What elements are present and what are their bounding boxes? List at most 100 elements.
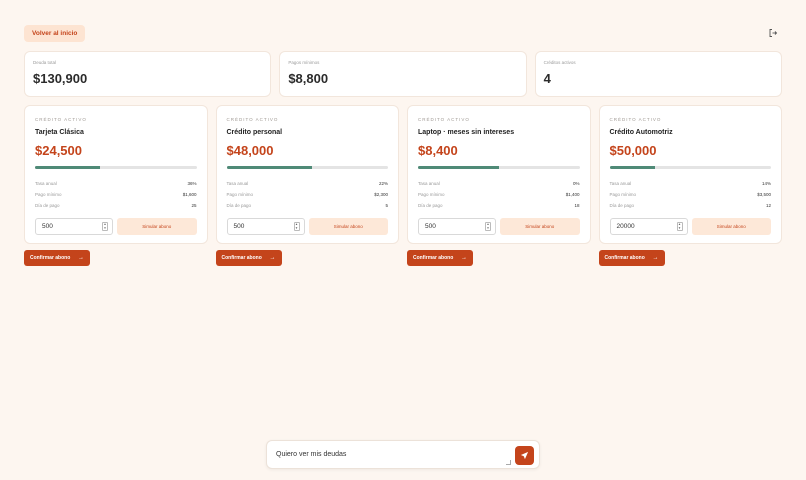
arrow-right-icon: →: [652, 255, 659, 261]
number-stepper-icon[interactable]: ▴ ▾: [676, 222, 683, 231]
credit-card: Crédito activo Crédito personal $48,000 …: [215, 105, 399, 244]
stat-label: Créditos activos: [543, 60, 576, 65]
progress-fill: [609, 166, 655, 169]
arrow-right-icon: →: [461, 255, 467, 261]
progress-bar: [35, 166, 197, 169]
detail-row: Pago mínimo $1,400: [418, 189, 580, 200]
progress-fill: [226, 166, 313, 169]
row-label: Pago mínimo: [609, 191, 637, 197]
payment-amount-input[interactable]: 500 ▴ ▾: [35, 218, 113, 235]
row-label: Pago mínimo: [35, 191, 62, 197]
row-value: 5: [385, 202, 388, 208]
confirm-payment-button[interactable]: Confirmar abono →: [215, 250, 282, 266]
credit-card-column: Crédito activo Crédito personal $48,000 …: [215, 105, 399, 266]
stat-value: $8,800: [288, 71, 329, 86]
send-icon: [520, 451, 529, 460]
card-balance: $24,500: [35, 143, 82, 158]
stat-minimum-payments: Pagos mínimos $8,800: [279, 51, 527, 97]
back-home-button[interactable]: Volver al inicio: [24, 25, 86, 42]
detail-row: Pago mínimo $2,300: [227, 189, 389, 200]
stat-total-debt: Deuda total $130,900: [24, 51, 272, 97]
card-name: Tarjeta Clásica: [35, 129, 84, 136]
row-label: Día de pago: [226, 202, 252, 208]
row-value: $1,400: [565, 191, 580, 197]
row-value: $1,600: [182, 191, 197, 197]
confirm-payment-button[interactable]: Confirmar abono →: [407, 250, 473, 266]
progress-fill: [418, 166, 499, 169]
card-eyebrow: Crédito activo: [418, 117, 470, 122]
card-balance: $48,000: [226, 143, 274, 158]
input-value: 500: [233, 223, 245, 230]
row-value: 22%: [378, 180, 388, 186]
detail-row: Tasa anual 14%: [610, 178, 772, 189]
payment-amount-input[interactable]: 20000 ▴ ▾: [609, 218, 688, 235]
row-label: Pago mínimo: [226, 191, 254, 197]
payment-amount-input[interactable]: 500 ▴ ▾: [226, 218, 305, 235]
card-eyebrow: Crédito activo: [35, 117, 87, 122]
row-label: Día de pago: [609, 202, 635, 208]
row-value: 12: [765, 202, 771, 208]
credit-card: Crédito activo Crédito Automotriz $50,00…: [598, 105, 782, 244]
stat-active-credits: Créditos activos 4: [534, 51, 782, 97]
confirm-label: Confirmar abono: [30, 255, 71, 261]
row-value: $2,300: [374, 191, 388, 197]
card-balance: $8,400: [418, 143, 458, 158]
credit-cards: Crédito activo Tarjeta Clásica $24,500 T…: [24, 105, 782, 266]
input-value: 500: [425, 223, 436, 230]
row-value: 18: [574, 202, 580, 208]
simulate-payment-button[interactable]: Simular abono: [500, 218, 580, 235]
confirm-payment-button[interactable]: Confirmar abono →: [598, 250, 665, 266]
row-value: 25: [191, 202, 197, 208]
payment-amount-input[interactable]: 500 ▴ ▾: [418, 218, 496, 235]
row-value: 36%: [187, 180, 197, 186]
simulate-payment-button[interactable]: Simular abono: [691, 218, 771, 235]
progress-bar: [609, 166, 771, 169]
input-value: 20000: [616, 223, 635, 230]
stat-value: $130,900: [33, 71, 88, 86]
confirm-payment-button[interactable]: Confirmar abono →: [24, 250, 90, 266]
detail-row: Día de pago 18: [418, 200, 580, 211]
logout-icon[interactable]: [768, 28, 778, 38]
card-name: Crédito personal: [226, 129, 283, 136]
progress-bar: [226, 166, 388, 169]
simulate-payment-button[interactable]: Simular abono: [117, 218, 197, 235]
chat-input[interactable]: Quiero ver mis deudas: [276, 451, 346, 458]
credit-card-column: Crédito activo Tarjeta Clásica $24,500 T…: [24, 105, 208, 266]
card-name: Laptop · meses sin intereses: [418, 129, 515, 136]
stat-value: 4: [543, 71, 551, 86]
stat-label: Deuda total: [33, 60, 57, 65]
card-name: Crédito Automotriz: [609, 129, 673, 136]
row-value: $3,500: [757, 191, 771, 197]
number-stepper-icon[interactable]: ▴ ▾: [485, 222, 491, 231]
arrow-right-icon: →: [269, 255, 276, 261]
row-label: Tasa anual: [418, 180, 440, 186]
credit-card-column: Crédito activo Crédito Automotriz $50,00…: [598, 105, 782, 266]
row-label: Tasa anual: [35, 180, 57, 186]
resize-grip-icon[interactable]: [506, 460, 511, 465]
arrow-right-icon: →: [78, 255, 84, 261]
number-stepper-icon[interactable]: ▴ ▾: [293, 222, 300, 231]
confirm-label: Confirmar abono: [413, 255, 454, 261]
stat-label: Pagos mínimos: [288, 60, 320, 65]
progress-bar: [418, 166, 580, 169]
row-value: 14%: [761, 180, 771, 186]
detail-row: Tasa anual 0%: [418, 178, 580, 189]
card-balance: $50,000: [609, 143, 657, 158]
detail-row: Día de pago 12: [610, 200, 772, 211]
summary-stats: Deuda total $130,900 Pagos mínimos $8,80…: [24, 51, 782, 97]
detail-row: Día de pago 5: [227, 200, 389, 211]
chat-composer: Quiero ver mis deudas: [266, 440, 540, 469]
confirm-label: Confirmar abono: [604, 255, 645, 261]
send-button[interactable]: [515, 446, 534, 465]
detail-row: Tasa anual 36%: [35, 178, 197, 189]
row-value: 0%: [572, 180, 580, 186]
row-label: Día de pago: [418, 202, 443, 208]
row-label: Pago mínimo: [418, 191, 445, 197]
input-value: 500: [42, 223, 53, 230]
number-stepper-icon[interactable]: ▴ ▾: [102, 222, 108, 231]
detail-row: Pago mínimo $3,500: [610, 189, 772, 200]
row-label: Tasa anual: [226, 180, 249, 186]
simulate-payment-button[interactable]: Simular abono: [308, 218, 388, 235]
card-eyebrow: Crédito activo: [609, 117, 662, 122]
detail-row: Pago mínimo $1,600: [35, 189, 197, 200]
